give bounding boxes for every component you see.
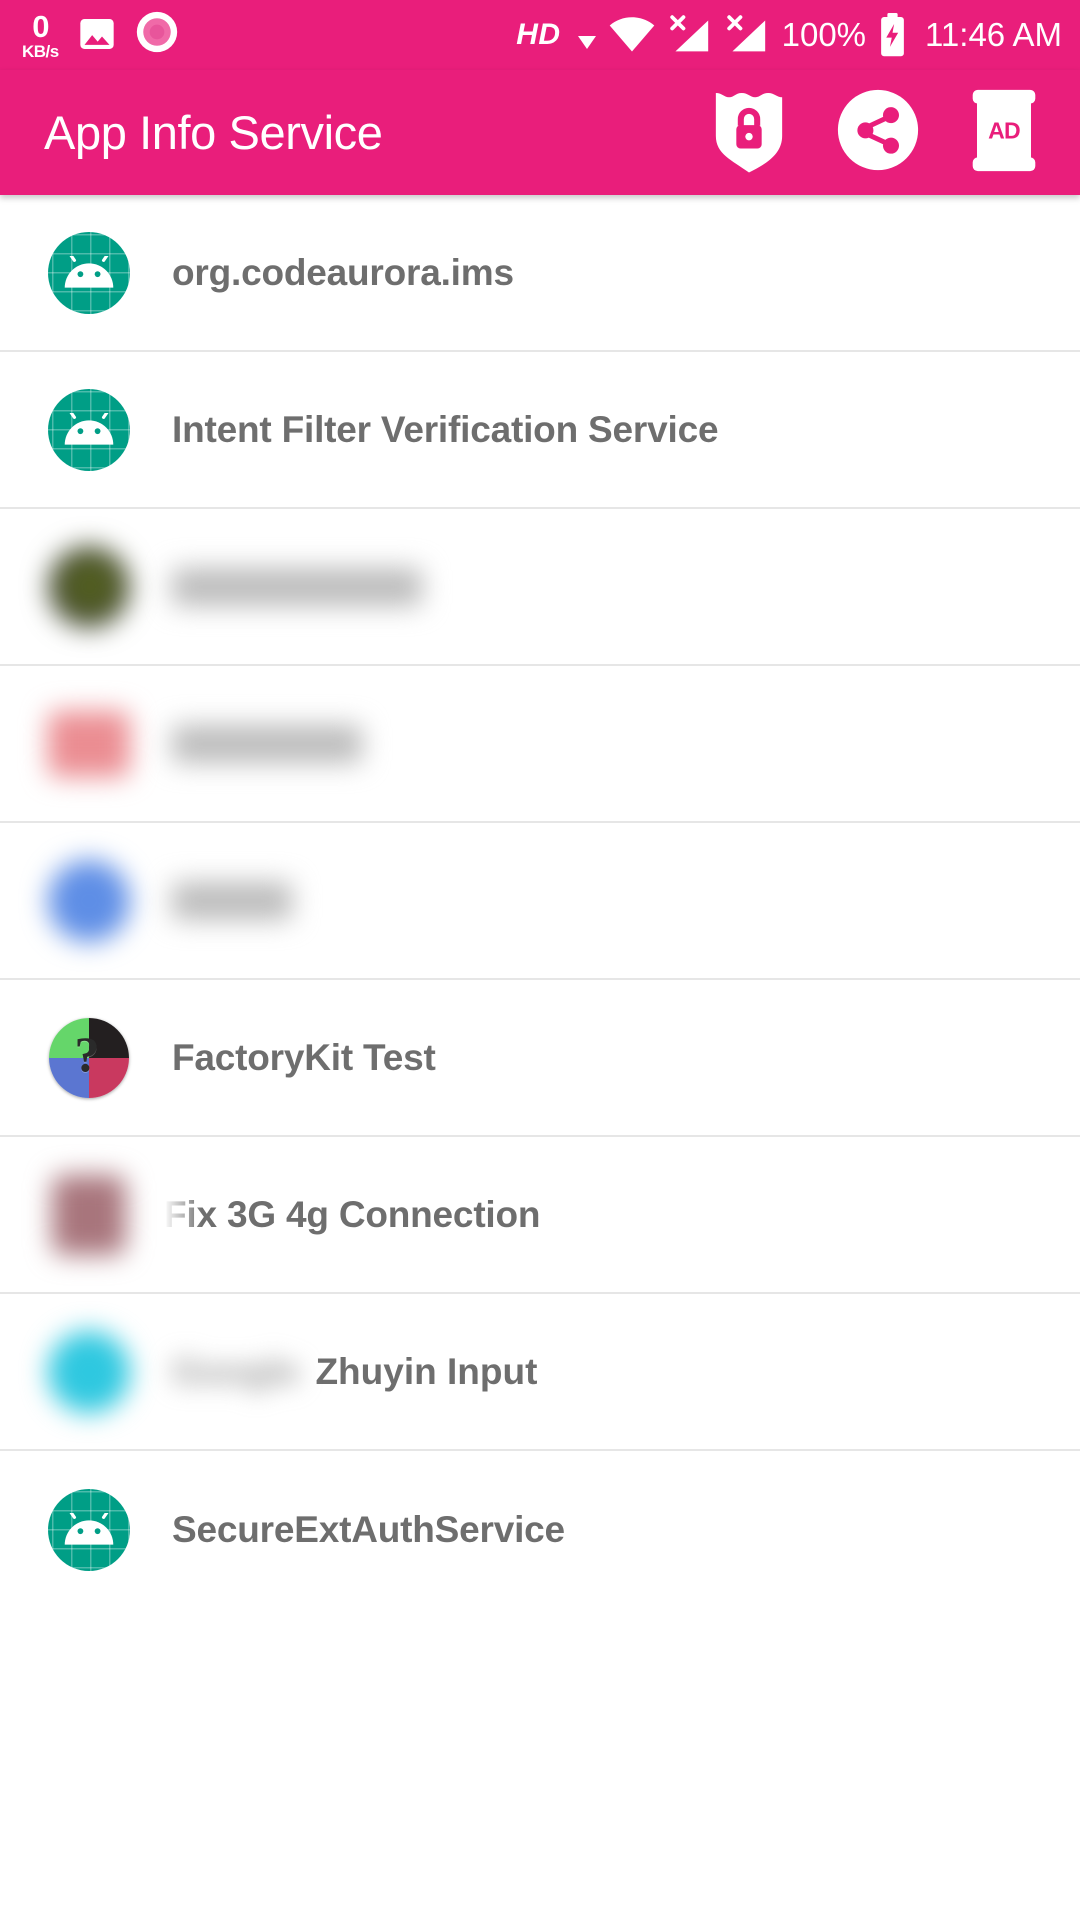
- list-item-label-redacted: [172, 567, 422, 606]
- svg-text:AD: AD: [988, 118, 1020, 144]
- list-item[interactable]: Google Zhuyin Input: [0, 1294, 1080, 1451]
- android-app-icon: [48, 1488, 130, 1571]
- share-button[interactable]: [836, 88, 920, 177]
- list-item-label: org.codeaurora.ims: [172, 251, 514, 293]
- factorykit-quadrant-icon: ?: [48, 1017, 130, 1099]
- chevron-down-icon: [577, 36, 596, 49]
- network-speed-indicator: 0 KB/s: [22, 11, 59, 60]
- sim1-no-signal-icon: [668, 15, 712, 55]
- battery-percent-label: 100%: [781, 16, 867, 53]
- status-bar: 0 KB/s HD 100% 11:46 AM: [0, 0, 1080, 70]
- blurred-pink-square-icon: [48, 703, 130, 785]
- status-bar-right: HD 100% 11:46 AM: [516, 13, 1062, 57]
- blurred-cyan-circle-icon: [48, 1330, 130, 1413]
- list-item-label-redacted: [172, 881, 292, 920]
- blurred-olive-circle-icon: [48, 545, 130, 628]
- sim2-no-signal-icon: [725, 15, 769, 55]
- list-item-label: Intent Filter Verification Service: [172, 408, 719, 450]
- android-app-icon: [48, 231, 130, 314]
- list-item-label: Fix 3G 4g Connection: [164, 1193, 541, 1235]
- share-icon: [836, 88, 920, 177]
- blurred-rose-icon: [48, 1174, 130, 1256]
- shield-lock-icon: [710, 87, 788, 178]
- list-item[interactable]: org.codeaurora.ims: [0, 195, 1080, 352]
- ad-banner-button[interactable]: AD: [968, 85, 1040, 180]
- list-item-label: Zhuyin Input: [315, 1350, 538, 1392]
- page-title: App Info Service: [44, 106, 383, 159]
- android-app-icon: [48, 388, 130, 471]
- list-item-label-hidden-prefix: Google: [172, 1350, 300, 1392]
- network-speed-value: 0: [32, 9, 49, 44]
- image-icon: [75, 14, 119, 54]
- status-bar-left: 0 KB/s: [22, 10, 179, 60]
- list-item-label: FactoryKit Test: [172, 1036, 436, 1078]
- network-speed-unit: KB/s: [22, 42, 59, 61]
- app-list[interactable]: org.codeaurora.ims Intent Filter Verific…: [0, 195, 1080, 1608]
- clock-label: 11:46 AM: [925, 16, 1062, 53]
- ad-banner-icon: AD: [968, 85, 1040, 180]
- list-item-label-redacted: [172, 724, 362, 763]
- list-item[interactable]: Fix 3G 4g Connection: [0, 1137, 1080, 1294]
- hd-label: HD: [516, 18, 561, 51]
- list-item-label-group: Google Zhuyin Input: [172, 1351, 537, 1393]
- app-bar-actions: AD: [710, 85, 1040, 180]
- list-item[interactable]: [0, 509, 1080, 666]
- list-item[interactable]: ? FactoryKit Test: [0, 980, 1080, 1137]
- record-icon: [135, 10, 179, 54]
- shield-lock-button[interactable]: [710, 87, 788, 178]
- battery-charging-icon: [879, 13, 906, 57]
- list-item[interactable]: [0, 823, 1080, 980]
- list-item[interactable]: Intent Filter Verification Service: [0, 352, 1080, 509]
- list-item[interactable]: SecureExtAuthService: [0, 1451, 1080, 1608]
- wifi-icon: [609, 17, 655, 53]
- blurred-blue-circle-icon: [48, 859, 130, 942]
- list-item-label: SecureExtAuthService: [172, 1508, 565, 1550]
- list-item[interactable]: [0, 666, 1080, 823]
- app-bar: App Info Service AD: [0, 70, 1080, 195]
